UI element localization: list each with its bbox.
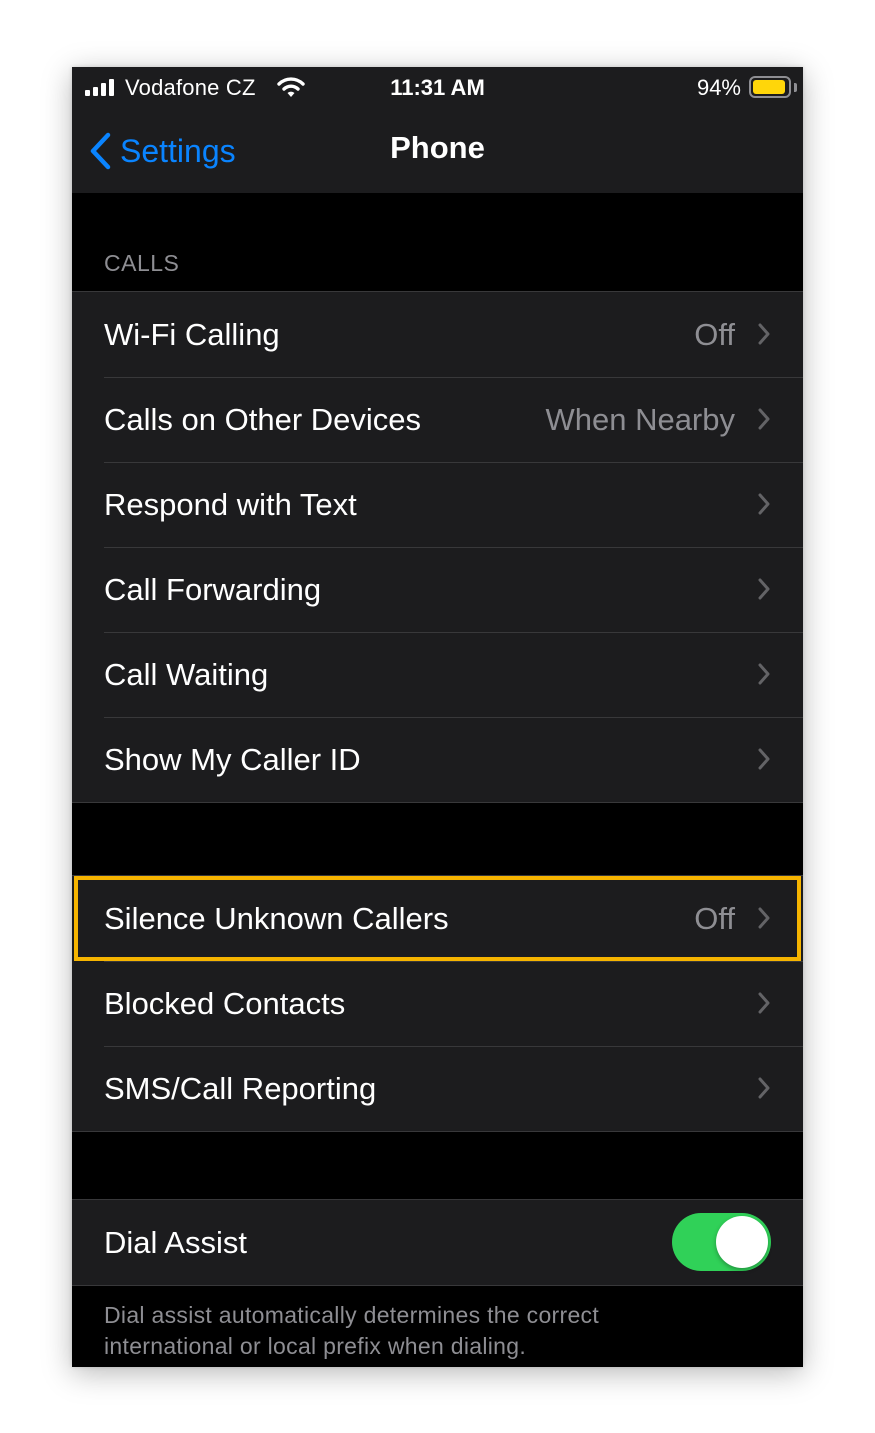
section-header-calls: CALLS [104, 250, 180, 276]
row-label: Blocked Contacts [104, 985, 346, 1021]
chevron-right-icon [758, 493, 770, 515]
row-call-forwarding[interactable]: Call Forwarding [72, 547, 803, 632]
blocking-group: Silence Unknown Callers Off Blocked Cont… [72, 875, 803, 1132]
dial-assist-toggle[interactable] [672, 1213, 771, 1271]
battery-icon [749, 76, 791, 98]
chevron-right-icon [758, 323, 770, 345]
row-sms-call-reporting[interactable]: SMS/Call Reporting [72, 1046, 803, 1131]
status-bar: Vodafone CZ 11:31 AM 94% [72, 67, 803, 109]
row-show-my-caller-id[interactable]: Show My Caller ID [72, 717, 803, 802]
row-label: SMS/Call Reporting [104, 1070, 377, 1106]
phone-screen: Vodafone CZ 11:31 AM 94% Settings Phone … [72, 67, 803, 1367]
chevron-right-icon [758, 907, 770, 929]
chevron-right-icon [758, 578, 770, 600]
row-label: Call Forwarding [104, 571, 322, 607]
row-value: When Nearby [545, 401, 735, 437]
row-silence-unknown-callers[interactable]: Silence Unknown Callers Off [72, 876, 803, 961]
battery-percent: 94% [696, 75, 741, 100]
row-value: Off [694, 900, 735, 936]
chevron-right-icon [758, 1077, 770, 1099]
row-label: Respond with Text [104, 486, 357, 522]
row-label: Call Waiting [104, 656, 269, 692]
row-label: Show My Caller ID [104, 741, 361, 777]
dial-assist-group: Dial Assist [72, 1199, 803, 1286]
row-blocked-contacts[interactable]: Blocked Contacts [72, 961, 803, 1046]
row-label: Silence Unknown Callers [104, 900, 449, 936]
footer-line-2: international or local prefix when diali… [104, 1333, 527, 1359]
chevron-right-icon [758, 992, 770, 1014]
row-call-waiting[interactable]: Call Waiting [72, 632, 803, 717]
row-dial-assist: Dial Assist [72, 1200, 803, 1285]
status-time: 11:31 AM [390, 75, 485, 100]
navigation-bar: Settings Phone [72, 109, 803, 193]
chevron-right-icon [758, 663, 770, 685]
row-label: Dial Assist [104, 1224, 247, 1260]
chevron-right-icon [758, 408, 770, 430]
toggle-knob [716, 1216, 768, 1268]
chevron-right-icon [758, 748, 770, 770]
battery-cap [794, 83, 797, 92]
battery-fill [753, 80, 785, 94]
row-calls-on-other-devices[interactable]: Calls on Other Devices When Nearby [72, 377, 803, 462]
dial-assist-footer: Dial assist automatically determines the… [104, 1300, 704, 1362]
row-wifi-calling[interactable]: Wi-Fi Calling Off [72, 292, 803, 377]
footer-line-1: Dial assist automatically determines the… [104, 1302, 600, 1328]
calls-group: Wi-Fi Calling Off Calls on Other Devices… [72, 291, 803, 803]
row-label: Calls on Other Devices [104, 401, 422, 437]
page-title: Phone [390, 130, 485, 165]
row-value: Off [694, 316, 735, 352]
row-respond-with-text[interactable]: Respond with Text [72, 462, 803, 547]
row-label: Wi-Fi Calling [104, 316, 280, 352]
